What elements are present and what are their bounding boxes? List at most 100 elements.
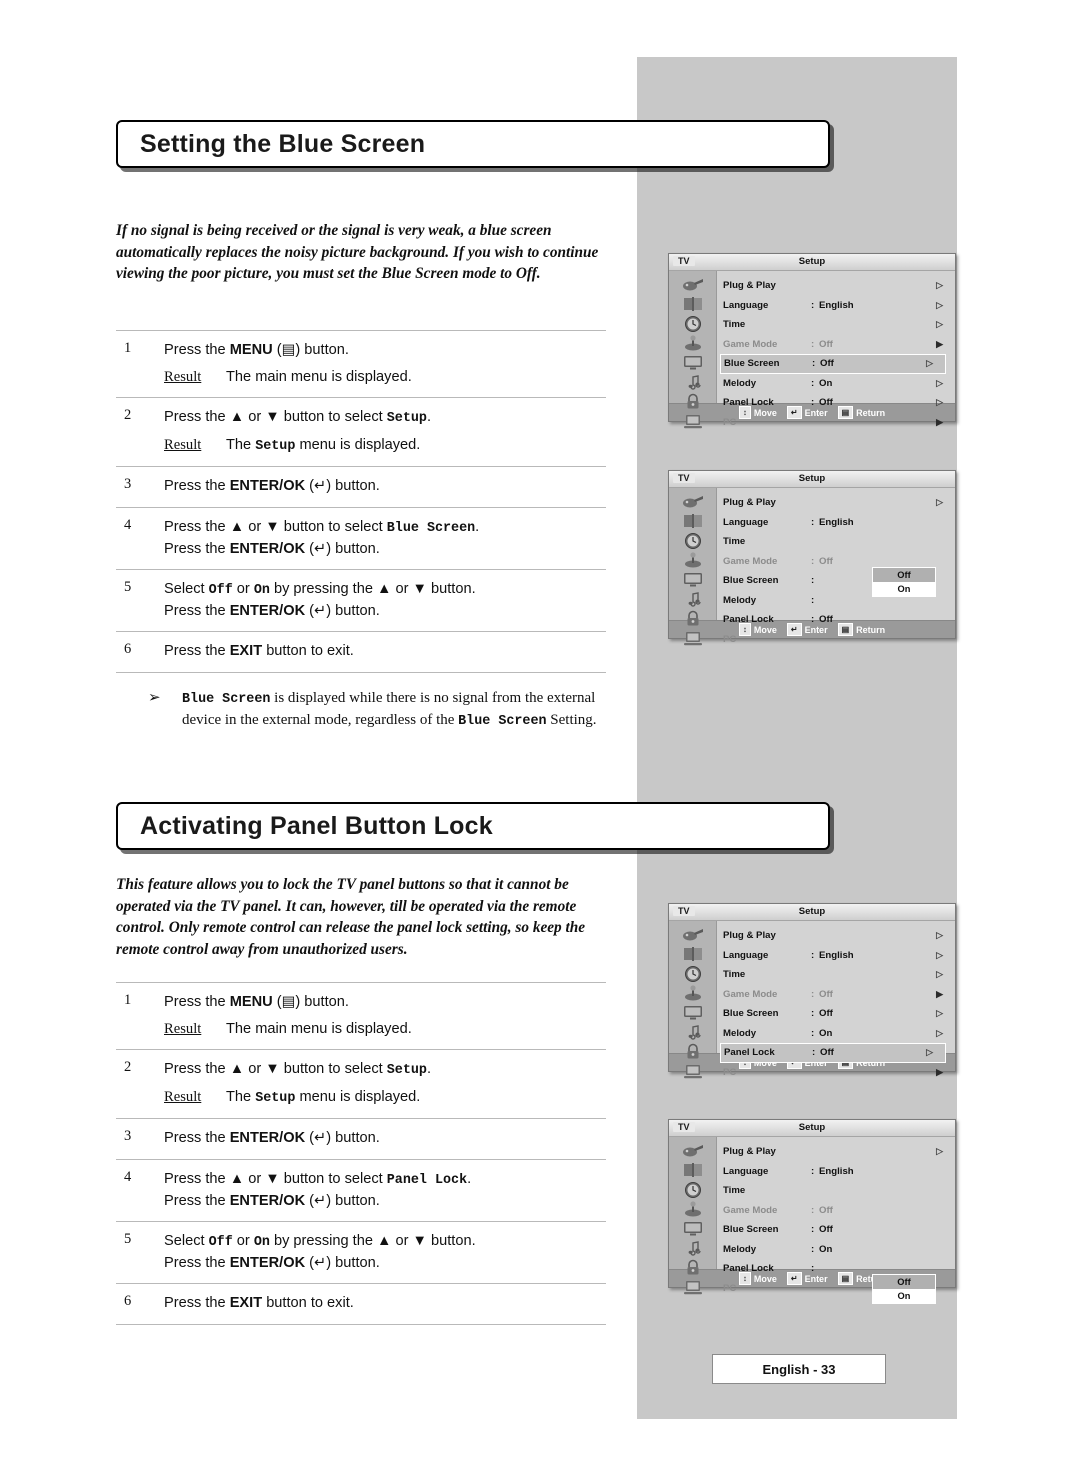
- osd-item-label: Language: [723, 1165, 769, 1177]
- step-row: 4 Press the ▲ or ▼ button to select Blue…: [116, 508, 606, 570]
- step-text-2-tail: (↵) button.: [305, 541, 380, 557]
- osd-menu-item[interactable]: Game Mode: Off ▶: [723, 335, 955, 355]
- osd-menu-item[interactable]: Time: [723, 1181, 955, 1201]
- step-text-2: Press the: [164, 1255, 230, 1271]
- section-title-panel-lock: Activating Panel Button Lock: [116, 802, 830, 850]
- step-text: Press the ▲ or ▼ button to select: [164, 1171, 387, 1187]
- section-title-text: Activating Panel Button Lock: [140, 811, 493, 840]
- popup-option-off[interactable]: Off: [873, 568, 935, 582]
- osd-item-colon: :: [811, 614, 815, 626]
- osd-item-label: Melody: [723, 1243, 757, 1255]
- osd-menu-list: Plug & Play ▷ Language: English Time Game Mod…: [717, 488, 955, 645]
- osd-menu-item[interactable]: PC: [723, 630, 955, 650]
- osd-item-label: Blue Screen: [723, 1224, 779, 1236]
- language-book-icon: [669, 945, 716, 965]
- osd-item-value: English: [819, 516, 854, 528]
- step-text-tail: (↵) button.: [305, 1130, 380, 1146]
- osd-item-label: Language: [723, 299, 769, 311]
- popup-option-on[interactable]: On: [873, 582, 935, 596]
- osd-menu-item[interactable]: Plug & Play ▷: [723, 276, 955, 296]
- osd-menu-item[interactable]: Panel Lock: Off: [723, 610, 955, 630]
- osd-item-label: Game Mode: [723, 988, 778, 1000]
- osd-menu-item[interactable]: Panel Lock: Off ▷: [723, 393, 955, 413]
- step-number: 4: [124, 517, 132, 533]
- osd-menu-item[interactable]: PC ▶: [723, 413, 955, 433]
- osd-menu-item[interactable]: Language: English ▷: [723, 296, 955, 316]
- osd-menu-item[interactable]: Blue Screen: Off ▷: [720, 354, 946, 374]
- intro-paragraph-blue-screen: If no signal is being received or the si…: [116, 222, 599, 282]
- osd-item-colon: :: [811, 988, 815, 1000]
- menu-name: Setup: [386, 1063, 427, 1078]
- osd-screenshot-blue-screen-popup: TV Setup Plug & Play ▷ Language: English Time G…: [668, 470, 956, 645]
- result-label: Result: [164, 1089, 202, 1105]
- step-number: 5: [124, 1231, 132, 1247]
- steps-list-blue-screen: 1 Press the MENU (▤) button. Result The m…: [116, 330, 606, 673]
- osd-item-colon: :: [811, 338, 815, 350]
- osd-menu-item[interactable]: Language: English: [723, 513, 955, 533]
- osd-menu-item[interactable]: Melody: On: [723, 1240, 955, 1260]
- language-book-icon: [669, 295, 716, 315]
- language-book-icon: [669, 1161, 716, 1181]
- option-off: Off: [208, 1235, 233, 1250]
- arrow-icon: ➢: [148, 690, 161, 706]
- page-footer: English - 33: [712, 1354, 886, 1384]
- popup-option-off[interactable]: Off: [873, 1275, 935, 1289]
- key-label: ENTER/OK: [229, 603, 306, 619]
- osd-menu-item[interactable]: Melody: On ▷: [723, 1024, 955, 1044]
- osd-menu-item[interactable]: Melody: On ▷: [723, 374, 955, 394]
- osd-menu-item[interactable]: Language: English: [723, 1162, 955, 1182]
- step-number: 4: [124, 1169, 132, 1185]
- step-text: Press the: [164, 478, 230, 494]
- padlock-icon: [669, 392, 716, 412]
- result-text: The main menu is displayed.: [226, 369, 412, 385]
- key-label: ENTER/OK: [229, 478, 306, 494]
- osd-menu-title: Setup: [798, 1122, 826, 1133]
- step-text-2-tail: (↵) button.: [305, 1193, 380, 1209]
- osd-item-value: Off: [819, 555, 833, 567]
- osd-menu-item[interactable]: Game Mode: Off ▶: [723, 985, 955, 1005]
- manual-page: Setting the Blue Screen If no signal is …: [0, 0, 1080, 1473]
- step-row: 6 Press the EXIT button to exit.: [116, 632, 606, 673]
- osd-menu-item[interactable]: Time ▷: [723, 965, 955, 985]
- result-label: Result: [164, 369, 202, 385]
- osd-item-value: English: [819, 949, 854, 961]
- osd-option-popup[interactable]: Off On: [872, 1274, 936, 1304]
- osd-menu-item[interactable]: Time: [723, 532, 955, 552]
- osd-icon-column: [669, 921, 717, 1078]
- osd-item-label: Panel Lock: [723, 614, 774, 626]
- osd-titlebar: TV Setup: [669, 904, 955, 921]
- menu-name: Setup: [255, 439, 296, 454]
- page-number: English - 33: [762, 1361, 836, 1377]
- osd-menu-item[interactable]: Plug & Play ▷: [723, 493, 955, 513]
- clock-icon: [669, 531, 716, 551]
- osd-menu-item[interactable]: Game Mode: Off: [723, 1201, 955, 1221]
- chevron-right-icon: ▶: [936, 416, 943, 427]
- chevron-right-icon: ▷: [936, 319, 943, 330]
- osd-menu-item[interactable]: Blue Screen: Off: [723, 1220, 955, 1240]
- osd-item-colon: :: [811, 1165, 815, 1177]
- osd-item-value: Off: [819, 988, 833, 1000]
- osd-menu-item[interactable]: Panel Lock: Off ▷: [720, 1043, 946, 1063]
- osd-menu-item[interactable]: Plug & Play ▷: [723, 1142, 955, 1162]
- osd-item-label: Panel Lock: [724, 1047, 775, 1059]
- osd-menu-item[interactable]: Time ▷: [723, 315, 955, 335]
- plug-play-icon: [669, 275, 716, 295]
- osd-option-popup[interactable]: Off On: [872, 567, 936, 597]
- osd-item-colon: :: [811, 594, 815, 606]
- osd-item-label: Melody: [723, 594, 757, 606]
- step-text-tail: .: [467, 1171, 472, 1187]
- osd-item-label: PC: [723, 633, 737, 645]
- key-label: MENU: [229, 994, 273, 1010]
- osd-menu-title: Setup: [798, 473, 826, 484]
- step-text-2: Press the: [164, 1193, 230, 1209]
- osd-menu-list: Plug & Play ▷ Language: English Time Game Mod…: [717, 1137, 955, 1304]
- osd-item-label: PC: [723, 1282, 737, 1294]
- step-row: 6 Press the EXIT button to exit.: [116, 1284, 606, 1325]
- osd-menu-item[interactable]: Language: English ▷: [723, 946, 955, 966]
- osd-menu-item[interactable]: Plug & Play ▷: [723, 926, 955, 946]
- popup-option-on[interactable]: On: [873, 1289, 935, 1303]
- osd-menu-item[interactable]: Blue Screen: Off ▷: [723, 1004, 955, 1024]
- osd-menu-item[interactable]: PC ▶: [723, 1063, 955, 1083]
- osd-item-label: Language: [723, 949, 769, 961]
- chevron-right-icon: ▷: [936, 930, 943, 941]
